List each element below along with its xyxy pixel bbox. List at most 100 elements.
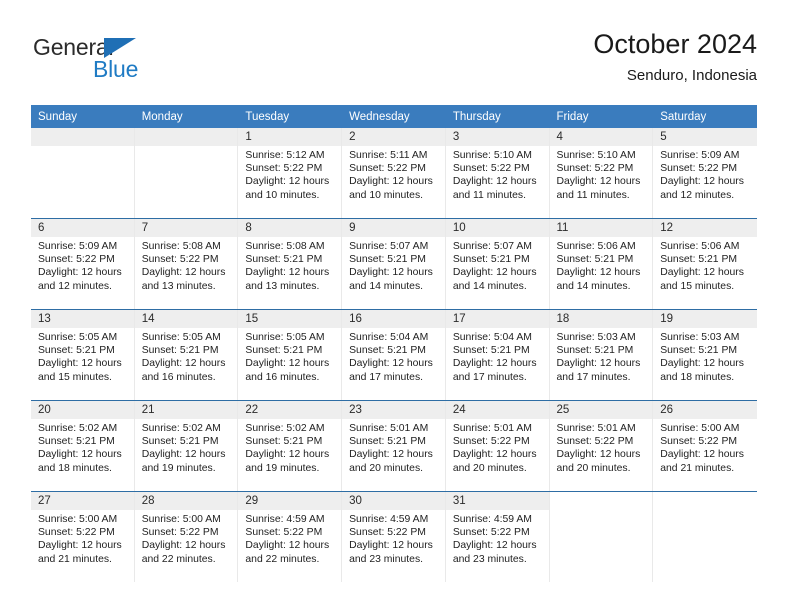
calendar-day-cell[interactable] <box>549 491 654 582</box>
day-number <box>550 492 653 510</box>
day-details: Sunrise: 4:59 AM Sunset: 5:22 PM Daylight:… <box>238 510 341 566</box>
day-number: 30 <box>342 492 445 510</box>
weekday-header-thursday: Thursday <box>445 105 550 128</box>
day-details: Sunrise: 5:10 AM Sunset: 5:22 PM Daylight:… <box>550 146 653 202</box>
daylight-text-line2: and 17 minutes. <box>452 371 527 383</box>
daylight-text-line2: and 16 minutes. <box>141 371 216 383</box>
sunrise-text: Sunrise: 5:04 AM <box>349 332 429 343</box>
daylight-text-line2: and 21 minutes. <box>660 462 735 474</box>
title-block: October 2024 Senduro, Indonesia <box>593 28 757 86</box>
daylight-text-line1: Daylight: 12 hours <box>141 358 226 370</box>
calendar-day-cell[interactable]: 8 Sunrise: 5:08 AM Sunset: 5:21 PM Daylight… <box>238 218 343 310</box>
sunrise-text: Sunrise: 5:03 AM <box>556 332 636 343</box>
sunrise-text: Sunrise: 4:59 AM <box>349 514 429 525</box>
calendar-day-cell[interactable]: 15 Sunrise: 5:05 AM Sunset: 5:21 PM Dayligh… <box>238 309 343 401</box>
calendar-day-cell[interactable]: 5 Sunrise: 5:09 AM Sunset: 5:22 PM Daylight… <box>653 128 757 219</box>
daylight-text-line2: and 19 minutes. <box>245 462 320 474</box>
calendar-day-cell[interactable]: 16 Sunrise: 5:04 AM Sunset: 5:21 PM Dayligh… <box>342 309 446 401</box>
calendar-day-cell[interactable]: 2 Sunrise: 5:11 AM Sunset: 5:22 PM Daylight… <box>342 128 446 219</box>
calendar-day-cell[interactable]: 10 Sunrise: 5:07 AM Sunset: 5:21 PM Dayligh… <box>445 218 550 310</box>
calendar-day-cell[interactable]: 12 Sunrise: 5:06 AM Sunset: 5:21 PM Dayligh… <box>653 218 757 310</box>
sunset-text: Sunset: 5:21 PM <box>556 254 634 266</box>
day-cell-inner: 31 Sunrise: 4:59 AM Sunset: 5:22 PM Dayligh… <box>445 492 550 582</box>
logo-text-blue: Blue <box>93 56 139 82</box>
calendar-day-cell[interactable]: 3 Sunrise: 5:10 AM Sunset: 5:22 PM Daylight… <box>445 128 550 219</box>
day-cell-inner: 28 Sunrise: 5:00 AM Sunset: 5:22 PM Dayligh… <box>134 492 239 582</box>
calendar-day-cell[interactable] <box>134 128 239 219</box>
calendar-day-cell[interactable]: 14 Sunrise: 5:05 AM Sunset: 5:21 PM Dayligh… <box>134 309 239 401</box>
day-details: Sunrise: 5:00 AM Sunset: 5:22 PM Daylight:… <box>31 510 134 566</box>
day-number: 25 <box>549 401 653 419</box>
calendar-day-cell[interactable]: 21 Sunrise: 5:02 AM Sunset: 5:21 PM Dayligh… <box>134 400 239 492</box>
daylight-text-line2: and 16 minutes. <box>245 371 320 383</box>
calendar-day-cell[interactable]: 20 Sunrise: 5:02 AM Sunset: 5:21 PM Dayligh… <box>31 400 135 492</box>
daylight-text-line1: Daylight: 12 hours <box>452 176 537 188</box>
calendar-page: General Blue October 2024 Senduro, Indon… <box>0 0 792 612</box>
calendar-day-cell[interactable]: 25 Sunrise: 5:01 AM Sunset: 5:22 PM Dayligh… <box>549 400 654 492</box>
day-details: Sunrise: 5:09 AM Sunset: 5:22 PM Daylight:… <box>31 237 134 293</box>
daylight-text-line1: Daylight: 12 hours <box>452 449 537 461</box>
daylight-text-line2: and 23 minutes. <box>452 553 527 565</box>
day-cell-inner: 9 Sunrise: 5:07 AM Sunset: 5:21 PM Daylight… <box>342 219 446 309</box>
day-cell-inner: 23 Sunrise: 5:01 AM Sunset: 5:21 PM Dayligh… <box>342 401 446 491</box>
day-details: Sunrise: 5:09 AM Sunset: 5:22 PM Daylight:… <box>653 146 757 202</box>
day-cell-inner: 8 Sunrise: 5:08 AM Sunset: 5:21 PM Daylight… <box>238 219 343 309</box>
day-details: Sunrise: 5:05 AM Sunset: 5:21 PM Daylight:… <box>238 328 341 384</box>
day-cell-inner <box>550 492 654 582</box>
sunset-text: Sunset: 5:22 PM <box>452 436 530 448</box>
sunset-text: Sunset: 5:22 PM <box>660 436 738 448</box>
calendar-day-cell[interactable]: 18 Sunrise: 5:03 AM Sunset: 5:21 PM Dayligh… <box>549 309 654 401</box>
day-details: Sunrise: 5:08 AM Sunset: 5:21 PM Daylight:… <box>238 237 341 293</box>
sunrise-text: Sunrise: 5:01 AM <box>452 423 532 434</box>
weekday-header-sunday: Sunday <box>31 105 135 128</box>
day-cell-inner: 16 Sunrise: 5:04 AM Sunset: 5:21 PM Dayligh… <box>342 310 446 400</box>
day-number: 20 <box>31 401 134 419</box>
sunrise-text: Sunrise: 5:00 AM <box>38 514 118 525</box>
calendar-day-cell[interactable]: 13 Sunrise: 5:05 AM Sunset: 5:21 PM Dayligh… <box>31 309 135 401</box>
calendar-day-cell[interactable]: 26 Sunrise: 5:00 AM Sunset: 5:22 PM Dayligh… <box>653 400 757 492</box>
day-details: Sunrise: 5:00 AM Sunset: 5:22 PM Daylight:… <box>653 419 757 475</box>
sunset-text: Sunset: 5:21 PM <box>141 436 219 448</box>
calendar-day-cell[interactable]: 4 Sunrise: 5:10 AM Sunset: 5:22 PM Daylight… <box>549 128 654 219</box>
calendar-day-cell[interactable]: 29 Sunrise: 4:59 AM Sunset: 5:22 PM Dayligh… <box>238 491 343 582</box>
sunrise-text: Sunrise: 5:03 AM <box>660 332 740 343</box>
calendar-day-cell[interactable]: 22 Sunrise: 5:02 AM Sunset: 5:21 PM Dayligh… <box>238 400 343 492</box>
daylight-text-line2: and 11 minutes. <box>452 189 526 201</box>
calendar-day-cell[interactable]: 17 Sunrise: 5:04 AM Sunset: 5:21 PM Dayligh… <box>445 309 550 401</box>
calendar-day-cell[interactable]: 9 Sunrise: 5:07 AM Sunset: 5:21 PM Daylight… <box>342 218 446 310</box>
daylight-text-line2: and 22 minutes. <box>245 553 320 565</box>
calendar-day-cell[interactable]: 31 Sunrise: 4:59 AM Sunset: 5:22 PM Dayligh… <box>445 491 550 582</box>
day-number: 18 <box>549 310 653 328</box>
day-cell-inner: 30 Sunrise: 4:59 AM Sunset: 5:22 PM Dayligh… <box>342 492 446 582</box>
sunrise-text: Sunrise: 5:12 AM <box>245 150 325 161</box>
calendar-day-cell[interactable]: 24 Sunrise: 5:01 AM Sunset: 5:22 PM Dayligh… <box>445 400 550 492</box>
calendar-day-cell[interactable]: 7 Sunrise: 5:08 AM Sunset: 5:22 PM Daylight… <box>134 218 239 310</box>
calendar-day-cell[interactable]: 11 Sunrise: 5:06 AM Sunset: 5:21 PM Dayligh… <box>549 218 654 310</box>
calendar-day-cell[interactable] <box>653 491 757 582</box>
calendar-day-cell[interactable]: 28 Sunrise: 5:00 AM Sunset: 5:22 PM Dayligh… <box>134 491 239 582</box>
calendar-week-row: 20 Sunrise: 5:02 AM Sunset: 5:21 PM Dayligh… <box>31 400 757 492</box>
daylight-text-line1: Daylight: 12 hours <box>349 449 433 461</box>
sunset-text: Sunset: 5:21 PM <box>245 345 323 357</box>
daylight-text-line1: Daylight: 12 hours <box>349 540 433 552</box>
sunset-text: Sunset: 5:21 PM <box>245 254 323 266</box>
day-cell-inner: 24 Sunrise: 5:01 AM Sunset: 5:22 PM Dayligh… <box>445 401 550 491</box>
general-blue-logo[interactable]: General Blue <box>31 34 251 92</box>
daylight-text-line2: and 19 minutes. <box>141 462 216 474</box>
calendar-day-cell[interactable]: 27 Sunrise: 5:00 AM Sunset: 5:22 PM Dayligh… <box>31 491 135 582</box>
daylight-text-line1: Daylight: 12 hours <box>38 358 122 370</box>
weekday-header-saturday: Saturday <box>653 105 757 128</box>
sunrise-text: Sunrise: 5:08 AM <box>245 241 325 252</box>
calendar-day-cell[interactable]: 1 Sunrise: 5:12 AM Sunset: 5:22 PM Daylight… <box>238 128 343 219</box>
sunrise-text: Sunrise: 5:01 AM <box>349 423 429 434</box>
calendar-day-cell[interactable]: 30 Sunrise: 4:59 AM Sunset: 5:22 PM Dayligh… <box>342 491 446 582</box>
calendar-day-cell[interactable]: 19 Sunrise: 5:03 AM Sunset: 5:21 PM Dayligh… <box>653 309 757 401</box>
day-cell-inner: 21 Sunrise: 5:02 AM Sunset: 5:21 PM Dayligh… <box>134 401 239 491</box>
day-details: Sunrise: 5:04 AM Sunset: 5:21 PM Daylight:… <box>446 328 549 384</box>
calendar-day-cell[interactable]: 6 Sunrise: 5:09 AM Sunset: 5:22 PM Daylight… <box>31 218 135 310</box>
daylight-text-line1: Daylight: 12 hours <box>141 267 226 279</box>
calendar-day-cell[interactable]: 23 Sunrise: 5:01 AM Sunset: 5:21 PM Dayligh… <box>342 400 446 492</box>
day-number: 31 <box>445 492 549 510</box>
calendar-day-cell[interactable] <box>31 128 135 219</box>
daylight-text-line2: and 21 minutes. <box>38 553 112 565</box>
